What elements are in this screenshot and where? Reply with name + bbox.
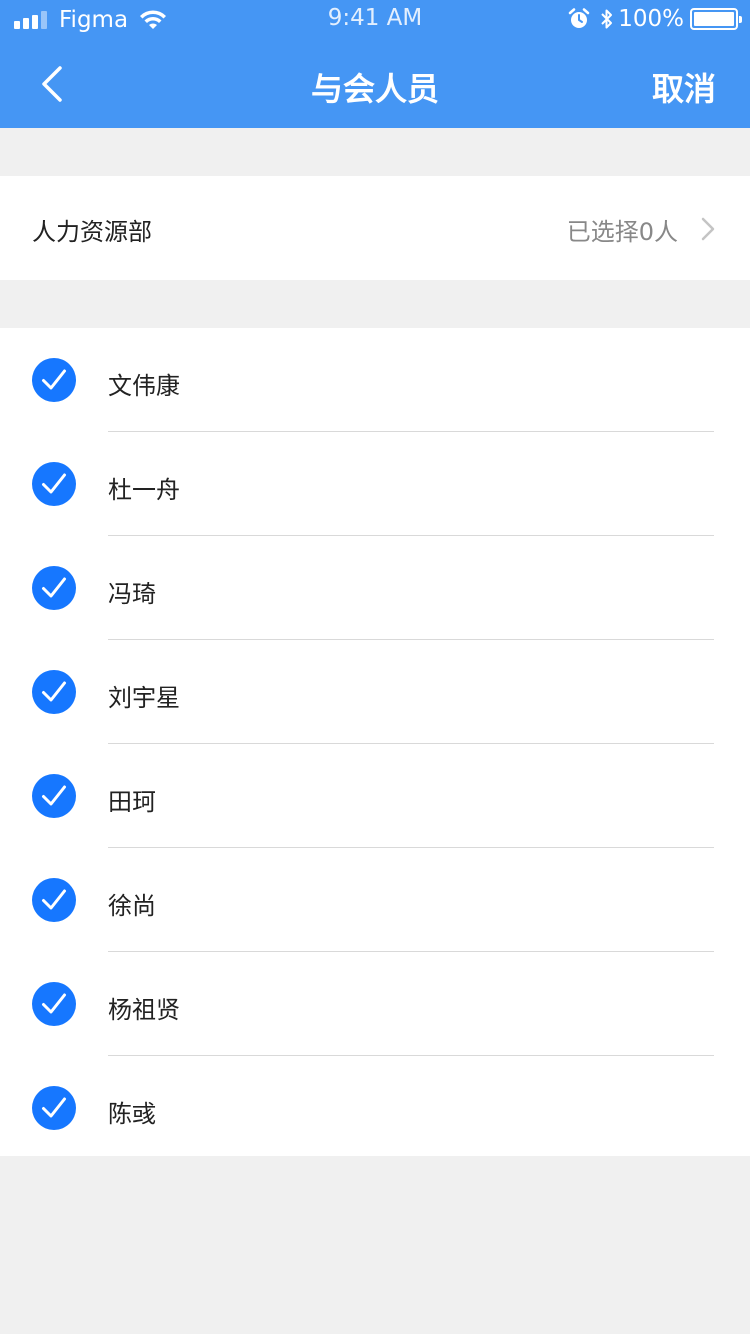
- checkbox-checked-icon[interactable]: [32, 566, 76, 610]
- attendee-name: 杨祖贤: [108, 996, 180, 1024]
- checkbox-checked-icon[interactable]: [32, 358, 76, 402]
- attendee-row[interactable]: 陈彧: [0, 1056, 750, 1160]
- battery-icon: [690, 8, 742, 30]
- checkbox-checked-icon[interactable]: [32, 462, 76, 506]
- page-title: 与会人员: [310, 70, 439, 108]
- app-header: Figma 9:41 AM 100% 与会人员 取消: [0, 0, 750, 128]
- attendee-name: 文伟康: [108, 372, 180, 400]
- department-name: 人力资源部: [32, 218, 152, 246]
- status-bar: Figma 9:41 AM 100%: [0, 0, 750, 40]
- attendee-name: 陈彧: [108, 1100, 156, 1128]
- attendee-name: 杜一舟: [108, 476, 180, 504]
- battery-percent: 100%: [618, 6, 684, 32]
- attendee-row[interactable]: 刘宇星: [0, 640, 750, 744]
- attendee-row[interactable]: 杜一舟: [0, 432, 750, 536]
- department-row[interactable]: 人力资源部 已选择0人: [0, 176, 750, 280]
- attendee-list: 文伟康杜一舟冯琦刘宇星田珂徐尚杨祖贤陈彧: [0, 328, 750, 1156]
- checkbox-checked-icon[interactable]: [32, 670, 76, 714]
- checkbox-checked-icon[interactable]: [32, 982, 76, 1026]
- attendee-row[interactable]: 文伟康: [0, 328, 750, 432]
- alarm-icon: [568, 8, 590, 28]
- attendee-name: 冯琦: [108, 580, 156, 608]
- bluetooth-icon: [601, 9, 613, 29]
- checkbox-checked-icon[interactable]: [32, 878, 76, 922]
- checkbox-checked-icon[interactable]: [32, 774, 76, 818]
- status-right: 100%: [568, 4, 742, 34]
- attendee-row[interactable]: 田珂: [0, 744, 750, 848]
- attendee-row[interactable]: 杨祖贤: [0, 952, 750, 1056]
- chevron-right-icon: [701, 217, 715, 241]
- attendee-name: 田珂: [108, 788, 156, 816]
- attendee-row[interactable]: 徐尚: [0, 848, 750, 952]
- checkbox-checked-icon[interactable]: [32, 1086, 76, 1130]
- attendee-name: 刘宇星: [108, 684, 180, 712]
- attendee-name: 徐尚: [108, 892, 156, 920]
- cancel-button[interactable]: 取消: [652, 64, 716, 110]
- selected-count: 已选择0人: [566, 218, 678, 246]
- attendee-row[interactable]: 冯琦: [0, 536, 750, 640]
